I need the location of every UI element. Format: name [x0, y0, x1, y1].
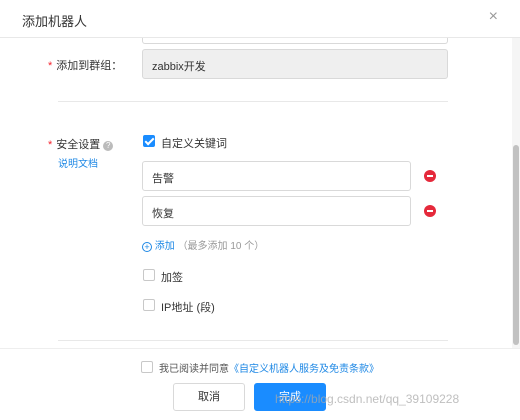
- cancel-button[interactable]: 取消: [173, 383, 245, 411]
- add-robot-dialog: 添加机器人 × * 添加到群组： zabbix开发 * 安全设置? 说明文档 自定义…: [0, 0, 520, 420]
- agree-checkbox[interactable]: [141, 361, 153, 373]
- ip-checkbox[interactable]: [143, 299, 155, 311]
- dialog-header: 添加机器人 ×: [0, 0, 520, 38]
- remove-keyword-icon[interactable]: [424, 205, 436, 217]
- remove-keyword-icon[interactable]: [424, 170, 436, 182]
- doc-link[interactable]: 说明文档: [58, 155, 98, 170]
- plus-circle-icon[interactable]: +: [142, 242, 152, 252]
- help-icon[interactable]: ?: [103, 141, 114, 151]
- keyword-input[interactable]: 恢复: [142, 196, 411, 226]
- required-mark: *: [48, 139, 53, 151]
- required-mark: *: [48, 60, 53, 72]
- security-label: * 安全设置?: [48, 136, 114, 152]
- sign-checkbox[interactable]: [143, 269, 155, 281]
- add-keyword-row: + 添加 （最多添加 10 个）: [142, 237, 264, 252]
- dialog-footer: 我已阅读并同意《自定义机器人服务及免责条款》 取消 完成: [0, 348, 520, 420]
- scrollbar-thumb[interactable]: [513, 145, 519, 345]
- dialog-title: 添加机器人: [22, 14, 88, 29]
- custom-keyword-label: 自定义关键词: [161, 138, 227, 150]
- add-keyword-button[interactable]: 添加: [155, 241, 175, 252]
- ip-label: IP地址 (段): [161, 302, 215, 314]
- group-label: * 添加到群组：: [48, 60, 123, 72]
- custom-keyword-checkbox[interactable]: [143, 135, 155, 147]
- dialog-body[interactable]: * 添加到群组： zabbix开发 * 安全设置? 说明文档 自定义关键词 告警 恢…: [0, 38, 520, 348]
- keyword-input[interactable]: 告警: [142, 161, 411, 191]
- terms-link[interactable]: 《自定义机器人服务及免责条款》: [229, 364, 379, 375]
- add-keyword-hint: （最多添加 10 个）: [177, 241, 265, 252]
- divider: [58, 101, 448, 102]
- divider: [58, 340, 448, 341]
- agree-statement: 我已阅读并同意《自定义机器人服务及免责条款》: [159, 364, 379, 375]
- watermark: https://blog.csdn.net/qq_39109228: [275, 392, 460, 406]
- close-icon[interactable]: ×: [489, 9, 498, 25]
- group-field: zabbix开发: [142, 49, 448, 79]
- previous-input-edge: [142, 38, 448, 44]
- sign-label: 加签: [161, 272, 183, 284]
